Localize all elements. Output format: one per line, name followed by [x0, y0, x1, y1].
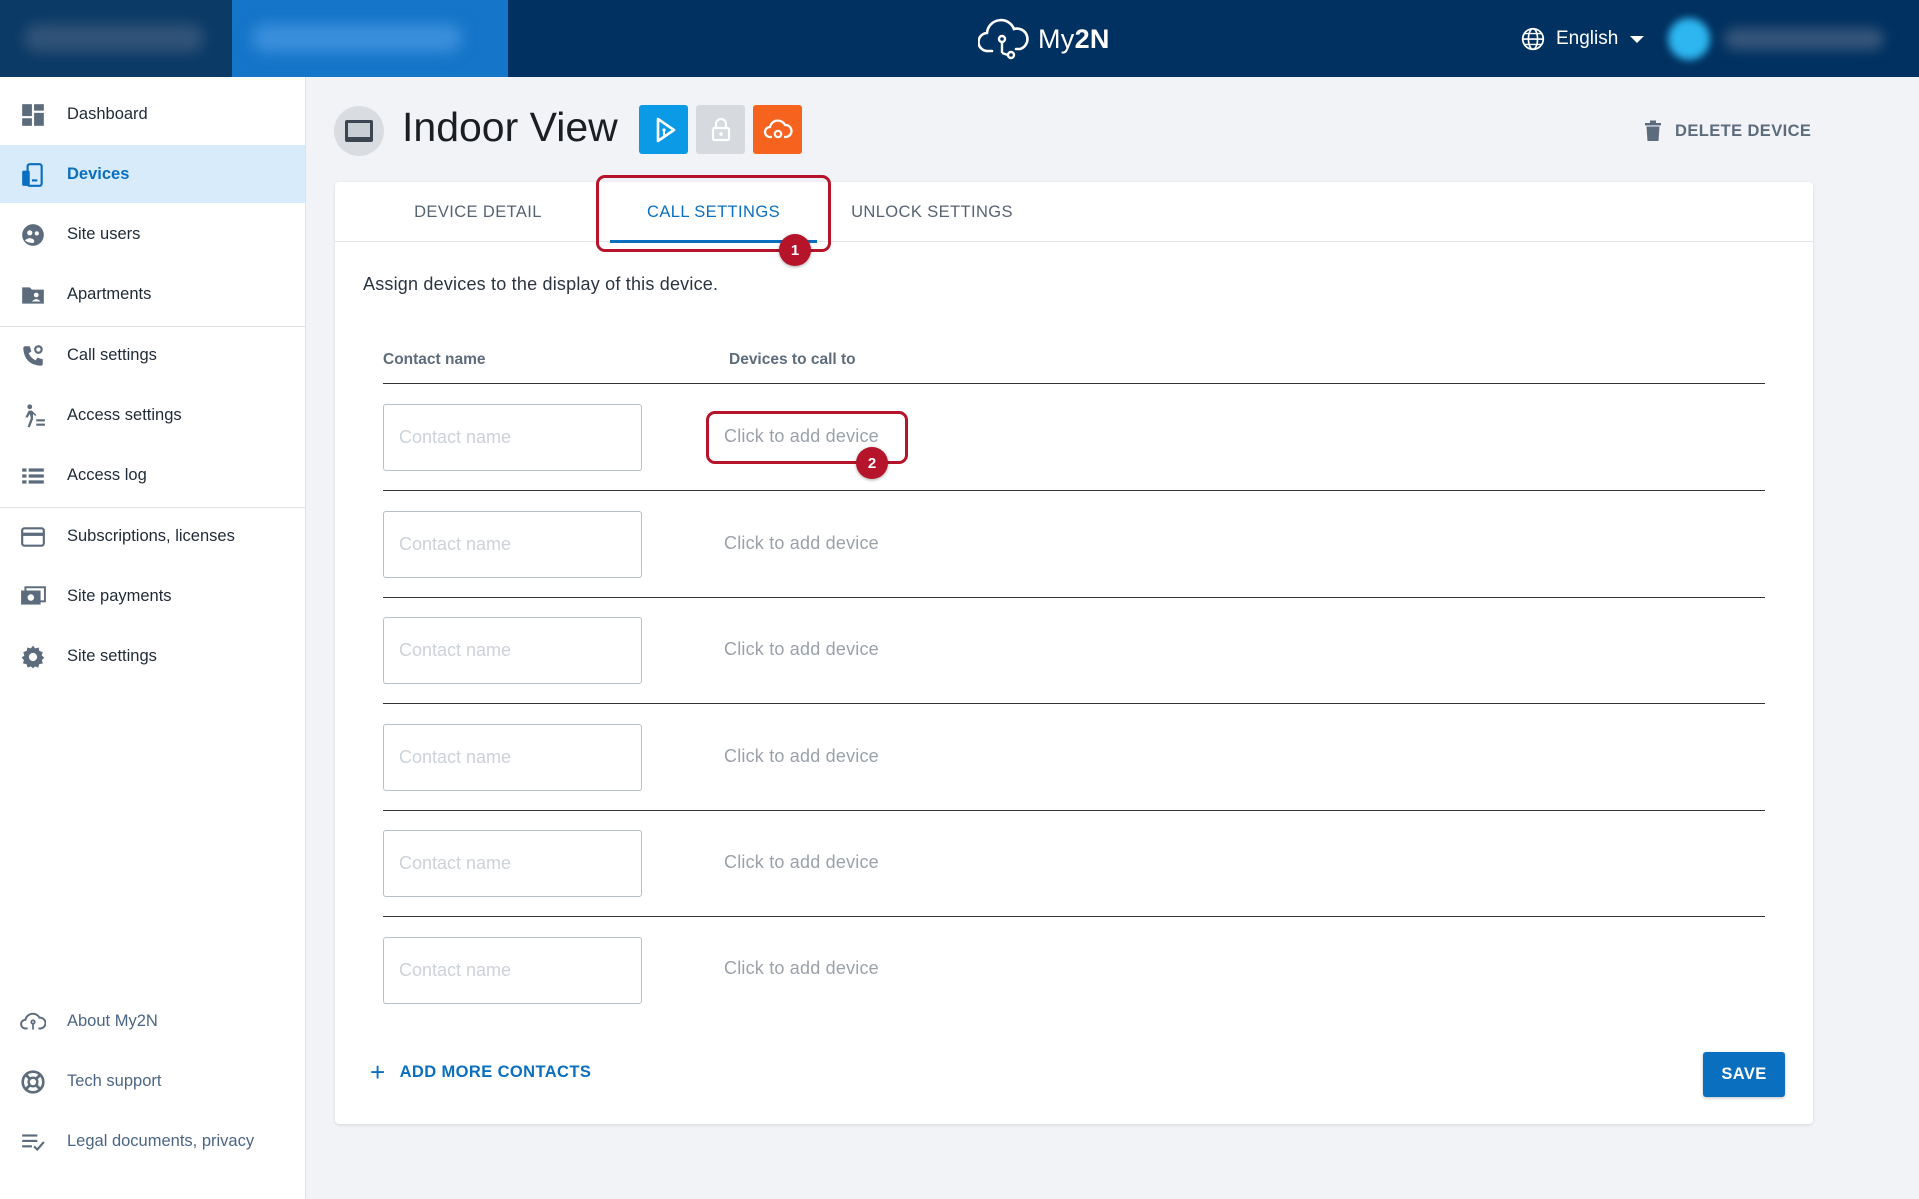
site-users-icon — [20, 222, 46, 248]
delete-device-button[interactable]: DELETE DEVICE — [1643, 120, 1811, 142]
play-badge-icon — [656, 117, 675, 142]
top-bar: My2N English — [0, 0, 1919, 77]
lifebuoy-icon — [20, 1069, 46, 1095]
company-selector-blurred[interactable] — [0, 0, 232, 77]
plus-icon: + — [370, 1057, 386, 1087]
language-label: English — [1556, 28, 1619, 49]
globe-icon — [1521, 27, 1545, 51]
row-divider — [383, 810, 1765, 811]
trash-icon — [1645, 120, 1661, 141]
row-divider — [383, 597, 1765, 598]
sidebar-item-apartments[interactable]: Apartments — [0, 265, 305, 323]
cloud-logo-icon — [978, 18, 1029, 60]
tab-bar: DEVICE DETAIL CALL SETTINGS UNLOCK SETTI… — [335, 182, 1813, 243]
call-settings-icon — [20, 343, 46, 369]
dashboard-icon — [20, 102, 46, 128]
chevron-down-icon — [1630, 35, 1645, 43]
add-device-link[interactable]: Click to add device — [724, 746, 879, 767]
annotation-badge-1: 1 — [779, 234, 811, 266]
sidebar-item-devices[interactable]: Devices — [0, 145, 305, 203]
cloud-gear-badge-icon — [763, 118, 793, 138]
tab-device-detail[interactable]: DEVICE DETAIL — [397, 182, 559, 242]
sidebar-item-about[interactable]: About My2N — [0, 992, 305, 1050]
sidebar-item-access-settings[interactable]: Access settings — [0, 386, 305, 444]
tab-call-settings[interactable]: CALL SETTINGS — [610, 182, 817, 243]
sidebar-item-dashboard[interactable]: Dashboard — [0, 85, 305, 143]
row-divider — [383, 916, 1765, 917]
access-settings-icon — [20, 403, 46, 429]
contact-name-input[interactable] — [383, 511, 642, 578]
add-device-link[interactable]: Click to add device — [724, 852, 879, 873]
sidebar-item-call-settings[interactable]: Call settings — [0, 326, 305, 384]
sidebar: Dashboard Devices Site users Apartments … — [0, 77, 306, 1199]
gear-icon — [20, 644, 46, 670]
play-badge — [639, 105, 688, 154]
sidebar-item-site-users[interactable]: Site users — [0, 205, 305, 263]
apartments-icon — [20, 282, 46, 308]
contact-name-input[interactable] — [383, 724, 642, 791]
intro-text: Assign devices to the display of this de… — [363, 274, 719, 294]
lock-badge — [696, 105, 745, 154]
my2n-logo[interactable]: My2N — [978, 14, 1110, 64]
sidebar-item-access-log[interactable]: Access log — [0, 446, 305, 504]
add-device-link[interactable]: Click to add device — [724, 958, 879, 979]
cloud-icon — [20, 1009, 47, 1035]
sidebar-item-tech-support[interactable]: Tech support — [0, 1052, 305, 1110]
column-header-contact: Contact name — [383, 351, 486, 368]
call-settings-card: DEVICE DETAIL CALL SETTINGS UNLOCK SETTI… — [335, 182, 1813, 1124]
contact-name-input[interactable] — [383, 937, 642, 1004]
annotation-badge-2: 2 — [856, 447, 888, 479]
row-divider — [383, 703, 1765, 704]
indoor-unit-icon — [345, 120, 373, 142]
add-device-link[interactable]: Click to add device — [724, 426, 879, 447]
cloud-gear-badge — [753, 105, 802, 154]
language-selector[interactable]: English — [1520, 24, 1645, 54]
add-device-link[interactable]: Click to add device — [724, 639, 879, 660]
device-type-avatar — [334, 106, 384, 156]
add-device-link[interactable]: Click to add device — [724, 533, 879, 554]
contact-name-input[interactable] — [383, 830, 642, 897]
contact-name-input[interactable] — [383, 404, 642, 471]
add-more-contacts-label: ADD MORE CONTACTS — [399, 1062, 592, 1081]
logo-text: My2N — [1038, 23, 1110, 54]
sidebar-item-site-payments[interactable]: Site payments — [0, 567, 305, 625]
payments-icon — [20, 584, 46, 610]
tab-unlock-settings[interactable]: UNLOCK SETTINGS — [842, 182, 1022, 242]
page-title: Indoor View — [402, 104, 618, 150]
header-divider — [383, 383, 1765, 384]
card-icon — [20, 524, 46, 550]
lock-badge-icon — [711, 117, 730, 141]
row-divider — [383, 490, 1765, 491]
checklist-icon — [20, 1129, 46, 1155]
delete-device-label: DELETE DEVICE — [1675, 121, 1812, 140]
devices-icon — [20, 162, 46, 188]
user-menu-blurred[interactable] — [1668, 16, 1898, 62]
sidebar-item-legal[interactable]: Legal documents, privacy — [0, 1112, 305, 1170]
sidebar-item-subscriptions[interactable]: Subscriptions, licenses — [0, 507, 305, 565]
avatar — [1668, 18, 1710, 60]
add-more-contacts-button[interactable]: + ADD MORE CONTACTS — [370, 1057, 592, 1087]
sidebar-item-site-settings[interactable]: Site settings — [0, 627, 305, 685]
save-button[interactable]: SAVE — [1703, 1052, 1785, 1097]
column-header-devices: Devices to call to — [729, 351, 856, 368]
contact-name-input[interactable] — [383, 617, 642, 684]
access-log-icon — [20, 463, 46, 489]
site-selector-blurred[interactable] — [232, 0, 508, 77]
